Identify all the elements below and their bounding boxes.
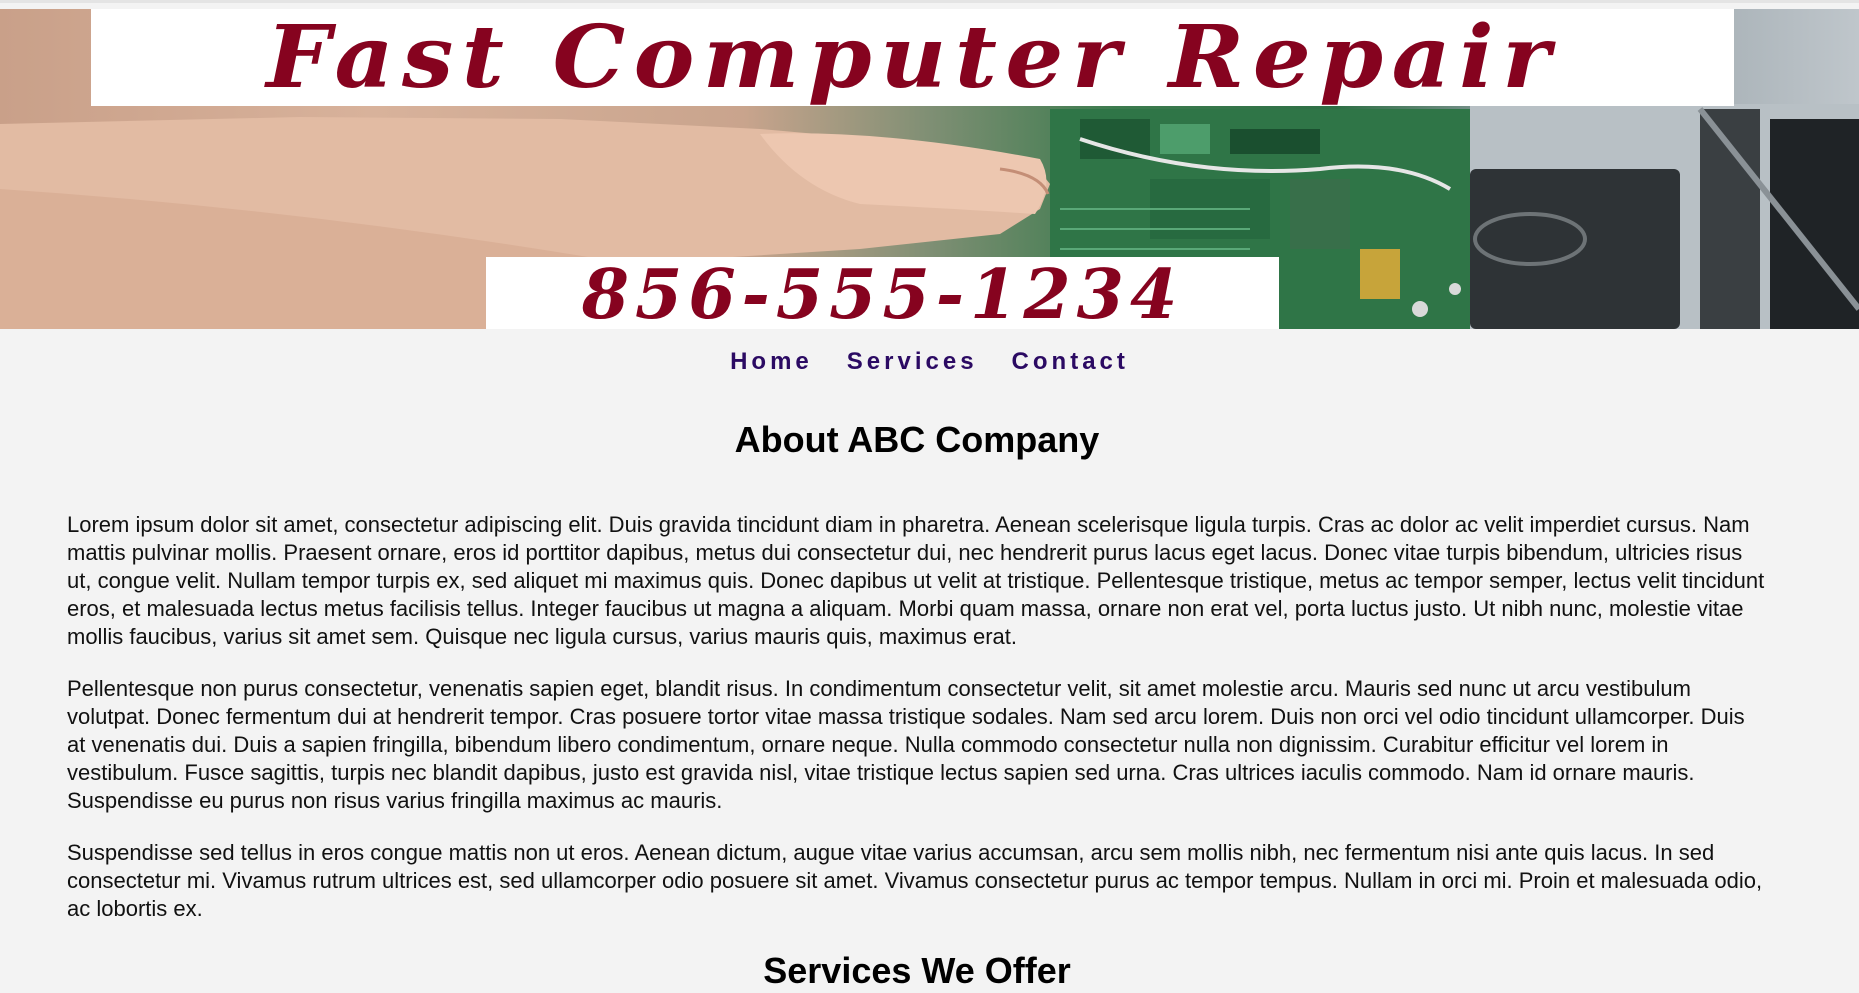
nav-home[interactable]: Home — [730, 345, 813, 379]
about-paragraph-3: Suspendisse sed tellus in eros congue ma… — [67, 840, 1763, 921]
services-heading: Services We Offer — [763, 950, 1071, 991]
about-paragraph-2: Pellentesque non purus consectetur, vene… — [67, 676, 1745, 813]
banner-phone: 856-555-1234 — [581, 255, 1184, 329]
about-paragraph-1: Lorem ipsum dolor sit amet, consectetur … — [67, 512, 1765, 649]
about-heading: About ABC Company — [734, 419, 1100, 460]
main-content: About ABC Company Lorem ipsum dolor sit … — [67, 418, 1767, 993]
banner-title: Fast Computer Repair — [266, 9, 1559, 108]
title-plate: Fast Computer Repair — [91, 9, 1734, 108]
nav-contact[interactable]: Contact — [1012, 345, 1129, 379]
main-nav: Home Services Contact — [0, 345, 1859, 379]
top-border — [0, 0, 1859, 3]
header-banner: Fast Computer Repair 856-555-1234 — [0, 9, 1859, 329]
phone-plate: 856-555-1234 — [486, 255, 1279, 329]
nav-services[interactable]: Services — [847, 345, 978, 379]
